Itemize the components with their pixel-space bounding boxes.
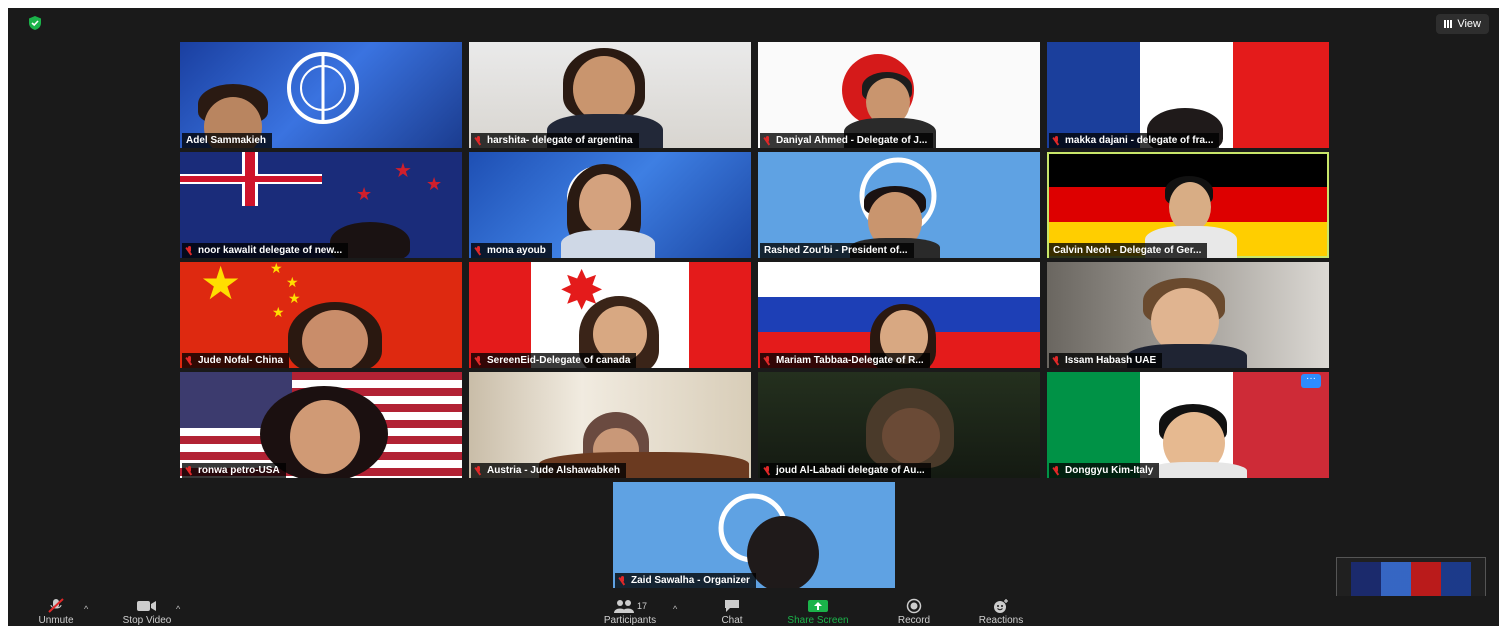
video-tile[interactable]: mona ayoub: [469, 152, 751, 258]
participant-name-tag: Austria - Jude Alshawabkeh: [471, 463, 626, 478]
muted-mic-icon: [1053, 466, 1060, 475]
participants-count: 17: [636, 601, 647, 611]
participant-name-tag: Issam Habash UAE: [1049, 353, 1163, 368]
un-emblem-icon: [287, 52, 359, 124]
participant-name-tag: Daniyal Ahmed - Delegate of J...: [760, 133, 934, 148]
video-tile[interactable]: harshita- delegate of argentina: [469, 42, 751, 148]
participant-name-tag: Calvin Neoh - Delegate of Ger...: [1049, 243, 1208, 258]
muted-mic-icon: [1053, 136, 1060, 145]
participant-name-tag: Jude Nofal- China: [182, 353, 290, 368]
video-tile[interactable]: makka dajani - delegate of fra...: [1047, 42, 1329, 148]
muted-microphone-icon: [30, 597, 82, 615]
video-tile[interactable]: Daniyal Ahmed - Delegate of J...: [758, 42, 1040, 148]
record-button[interactable]: Record: [886, 597, 942, 626]
video-options-caret-icon[interactable]: ^: [176, 604, 180, 614]
view-button[interactable]: View: [1436, 14, 1489, 34]
muted-mic-icon: [764, 136, 771, 145]
muted-mic-icon: [764, 466, 771, 475]
zoom-window: View Adel Sammakieh harshita- delegate o…: [8, 8, 1499, 626]
video-camera-icon: [112, 597, 182, 615]
view-label: View: [1457, 18, 1481, 30]
video-tile[interactable]: ✸ SereenEid-Delegate of canada: [469, 262, 751, 368]
muted-mic-icon: [1053, 356, 1060, 365]
muted-mic-icon: [186, 466, 193, 475]
participant-name-tag: noor kawalit delegate of new...: [182, 243, 349, 258]
participants-button[interactable]: 17 Participants: [592, 597, 668, 626]
meeting-toolbar: Unmute ^ Stop Video ^ 17 Participants ^ …: [8, 596, 1499, 626]
video-tile[interactable]: Rashed Zou'bi - President of...: [758, 152, 1040, 258]
audio-options-caret-icon[interactable]: ^: [84, 604, 88, 614]
participant-name-tag: Rashed Zou'bi - President of...: [760, 243, 914, 258]
participant-name-tag: joud Al-Labadi delegate of Au...: [760, 463, 931, 478]
video-tile[interactable]: Mariam Tabbaa-Delegate of R...: [758, 262, 1040, 368]
smiley-plus-icon: [966, 597, 1036, 615]
video-tile-active-speaker[interactable]: Calvin Neoh - Delegate of Ger...: [1047, 152, 1329, 258]
chat-button[interactable]: Chat: [708, 597, 756, 626]
more-options-button[interactable]: ···: [1301, 374, 1321, 388]
video-tile[interactable]: ··· Donggyu Kim-Italy: [1047, 372, 1329, 478]
stop-video-button[interactable]: Stop Video: [112, 597, 182, 626]
participants-options-caret-icon[interactable]: ^: [673, 604, 677, 614]
video-tile[interactable]: Issam Habash UAE: [1047, 262, 1329, 368]
chat-bubble-icon: [708, 597, 756, 615]
share-screen-button[interactable]: Share Screen: [778, 597, 858, 626]
video-tile[interactable]: Adel Sammakieh: [180, 42, 462, 148]
participant-name-tag: Adel Sammakieh: [182, 133, 273, 148]
participant-name-tag: mona ayoub: [471, 243, 552, 258]
muted-mic-icon: [186, 356, 193, 365]
muted-mic-icon: [764, 356, 771, 365]
muted-mic-icon: [619, 576, 626, 585]
video-tile[interactable]: Zaid Sawalha - Organizer: [613, 482, 895, 588]
grid-view-icon: [1444, 20, 1453, 28]
muted-mic-icon: [186, 246, 193, 255]
muted-mic-icon: [475, 466, 482, 475]
muted-mic-icon: [475, 136, 482, 145]
muted-mic-icon: [475, 356, 482, 365]
reactions-button[interactable]: Reactions: [966, 597, 1036, 626]
video-tile[interactable]: ronwa petro-USA: [180, 372, 462, 478]
participant-name-tag: Mariam Tabbaa-Delegate of R...: [760, 353, 930, 368]
participant-name-tag: Donggyu Kim-Italy: [1049, 463, 1160, 478]
participant-name-tag: Zaid Sawalha - Organizer: [615, 573, 756, 588]
share-screen-icon: [778, 597, 858, 615]
security-shield-icon[interactable]: [26, 14, 44, 32]
record-icon: [886, 597, 942, 615]
video-tile[interactable]: ★ ★ ★ noor kawalit delegate of new...: [180, 152, 462, 258]
participant-name-tag: SereenEid-Delegate of canada: [471, 353, 637, 368]
video-tile[interactable]: joud Al-Labadi delegate of Au...: [758, 372, 1040, 478]
participant-name-tag: harshita- delegate of argentina: [471, 133, 639, 148]
participants-icon: [613, 600, 634, 613]
unmute-button[interactable]: Unmute: [30, 597, 82, 626]
muted-mic-icon: [475, 246, 482, 255]
video-tile[interactable]: Austria - Jude Alshawabkeh: [469, 372, 751, 478]
participant-name-tag: ronwa petro-USA: [182, 463, 286, 478]
video-tile[interactable]: ★ ★ ★ ★ ★ Jude Nofal- China: [180, 262, 462, 368]
participant-name-tag: makka dajani - delegate of fra...: [1049, 133, 1220, 148]
